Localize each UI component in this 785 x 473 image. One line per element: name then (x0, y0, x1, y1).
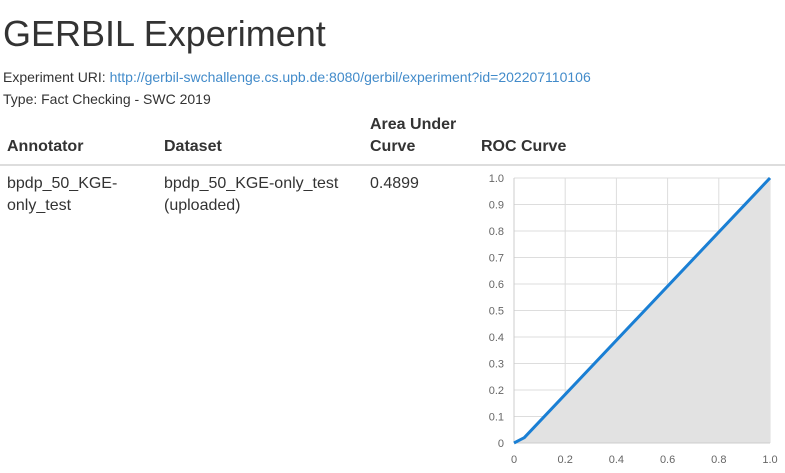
y-tick-label: 0.7 (489, 253, 504, 265)
roc-curve-chart: 0 0.1 0.2 0.3 0.4 0.5 0.6 0.7 0.8 0.9 1.0 0 0.2 0.4 0.… (489, 173, 778, 466)
header-auc-line2: Curve (370, 138, 416, 155)
header-divider (0, 164, 785, 166)
x-tick-label: 0 (511, 454, 517, 466)
y-tick-label: 1.0 (489, 173, 504, 185)
y-tick-label: 0.9 (489, 200, 504, 212)
y-tick-label: 0.8 (489, 226, 504, 238)
x-tick-label: 0.4 (609, 454, 624, 466)
x-tick-label: 0.2 (558, 454, 573, 466)
y-tick-label: 0.2 (489, 385, 504, 397)
x-tick-label: 1.0 (762, 454, 777, 466)
header-roc-curve: ROC Curve (481, 138, 567, 155)
experiment-uri-line: Experiment URI: http://gerbil-swchalleng… (3, 68, 591, 86)
cell-annotator-line1: bpdp_50_KGE- (7, 175, 118, 192)
experiment-uri-link[interactable]: http://gerbil-swchallenge.cs.upb.de:8080… (110, 69, 591, 85)
cell-auc-value: 0.4899 (370, 175, 419, 192)
y-tick-label: 0.1 (489, 412, 504, 424)
y-tick-label: 0.3 (489, 359, 504, 371)
header-annotator: Annotator (7, 138, 84, 155)
experiment-type: Type: Fact Checking - SWC 2019 (3, 91, 211, 107)
y-tick-label: 0 (498, 438, 504, 450)
y-tick-label: 0.4 (489, 332, 504, 344)
experiment-uri-label: Experiment URI: (3, 69, 106, 85)
cell-dataset-line1: bpdp_50_KGE-only_test (164, 175, 339, 192)
x-tick-label: 0.8 (711, 454, 726, 466)
header-dataset: Dataset (164, 138, 222, 155)
x-tick-label: 0.6 (660, 454, 675, 466)
cell-annotator-line2: only_test (7, 197, 72, 214)
page-title: GERBIL Experiment (3, 13, 326, 54)
y-tick-label: 0.6 (489, 279, 504, 291)
cell-dataset-line2: (uploaded) (164, 197, 241, 214)
header-auc-line1: Area Under (370, 116, 457, 133)
y-tick-label: 0.5 (489, 306, 504, 318)
